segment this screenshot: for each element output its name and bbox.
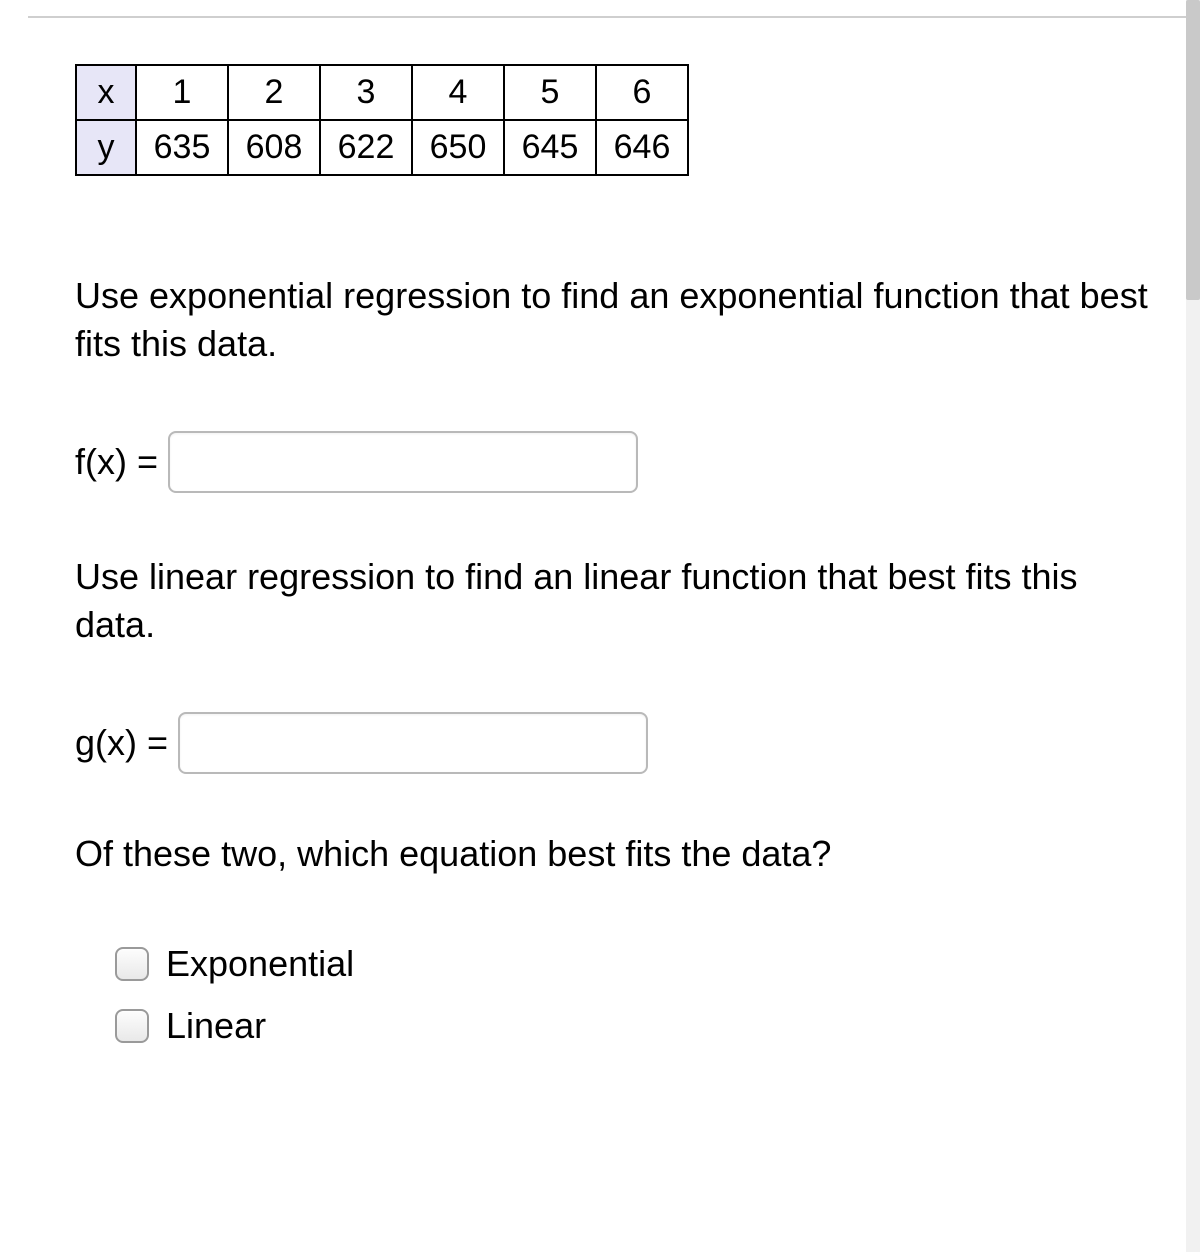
top-divider: [28, 0, 1186, 18]
row-header-y: y: [76, 120, 136, 175]
page: x 1 2 3 4 5 6 y 635 608 622 650 645 646 …: [0, 0, 1200, 1252]
checkbox-linear[interactable]: [115, 1009, 149, 1043]
table-cell: 2: [228, 65, 320, 120]
gx-row: g(x) =: [75, 712, 1166, 774]
table-cell: 3: [320, 65, 412, 120]
fx-label: f(x) =: [75, 441, 158, 483]
question-content: x 1 2 3 4 5 6 y 635 608 622 650 645 646 …: [75, 64, 1166, 1067]
option-exponential[interactable]: Exponential: [111, 943, 1166, 985]
option-label: Linear: [166, 1005, 266, 1047]
gx-input[interactable]: [178, 712, 648, 774]
table-cell: 5: [504, 65, 596, 120]
table-cell: 646: [596, 120, 688, 175]
data-table: x 1 2 3 4 5 6 y 635 608 622 650 645 646: [75, 64, 689, 176]
table-cell: 6: [596, 65, 688, 120]
table-cell: 4: [412, 65, 504, 120]
table-cell: 1: [136, 65, 228, 120]
table-cell: 608: [228, 120, 320, 175]
options-group: Exponential Linear: [111, 943, 1166, 1047]
option-label: Exponential: [166, 943, 354, 985]
checkbox-exponential[interactable]: [115, 947, 149, 981]
fx-input[interactable]: [168, 431, 638, 493]
table-row: x 1 2 3 4 5 6: [76, 65, 688, 120]
prompt-linear: Use linear regression to find an linear …: [75, 553, 1166, 650]
prompt-exponential: Use exponential regression to find an ex…: [75, 272, 1166, 369]
prompt-which: Of these two, which equation best fits t…: [75, 830, 1166, 879]
table-cell: 650: [412, 120, 504, 175]
option-linear[interactable]: Linear: [111, 1005, 1166, 1047]
gx-label: g(x) =: [75, 722, 168, 764]
row-header-x: x: [76, 65, 136, 120]
table-cell: 645: [504, 120, 596, 175]
scrollbar-thumb[interactable]: [1186, 0, 1200, 300]
table-cell: 635: [136, 120, 228, 175]
table-cell: 622: [320, 120, 412, 175]
vertical-scrollbar[interactable]: [1186, 0, 1200, 1252]
fx-row: f(x) =: [75, 431, 1166, 493]
table-row: y 635 608 622 650 645 646: [76, 120, 688, 175]
